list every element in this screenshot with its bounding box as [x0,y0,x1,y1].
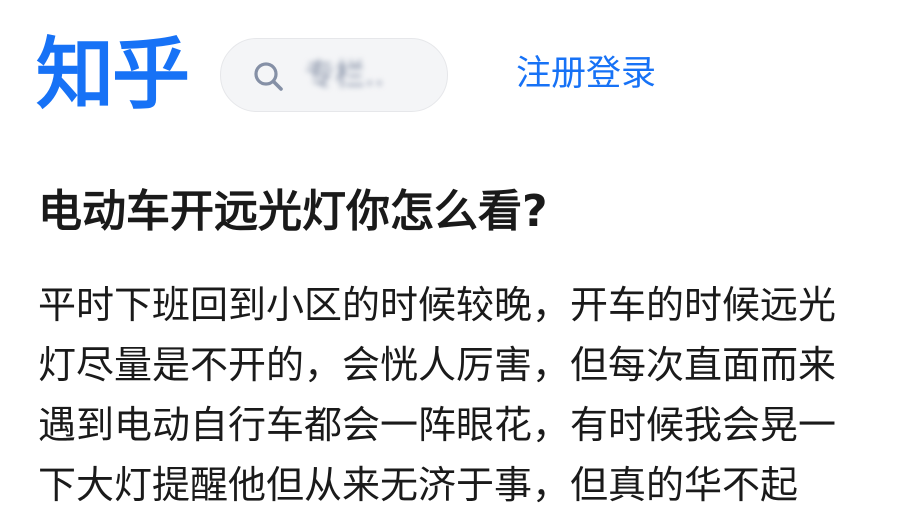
answer-text-line: 平时下班回到小区的时候较晚，开车的时候远光 [38,283,837,327]
search-icon [254,62,283,91]
question-title[interactable]: 电动车开远光灯你怎么看? [38,182,878,242]
top-header: 知乎 专栏.. 注册登录 [0,0,900,150]
zhihu-logo[interactable]: 知乎 [36,30,190,120]
register-login-link[interactable]: 注册登录 [516,52,656,96]
answer-content: 平时下班回到小区的时候较晚，开车的时候远光 灯尽量是不开的，会恍人厉害，但每次直… [38,275,878,515]
answer-text-line: 灯尽量是不开的，会恍人厉害，但每次直面而来 [38,343,837,387]
answer-text-line: 遇到电动自行车都会一阵眼花，有时候我会晃一 [38,403,837,447]
search-box[interactable]: 专栏.. [220,38,448,112]
answer-text-line: 下大灯提醒他但从来无济于事，但真的华不起 [38,463,799,507]
search-placeholder-text: 专栏.. [305,58,385,93]
